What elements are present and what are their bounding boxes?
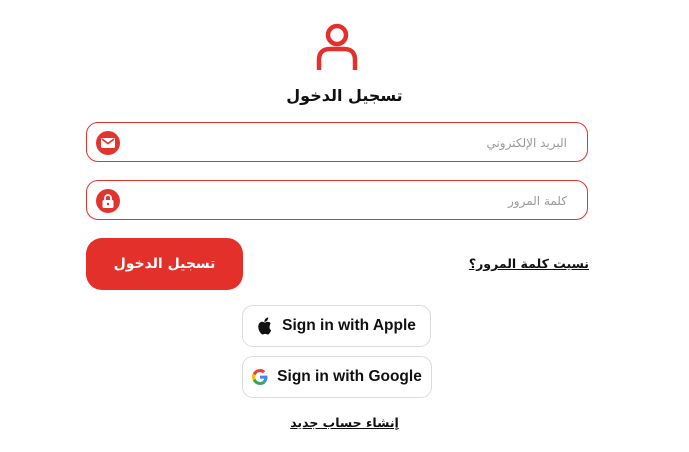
apple-icon [258,317,272,335]
email-field[interactable] [86,122,588,163]
create-account-row: إنشاء حساب جديد [0,415,689,430]
login-button[interactable]: تسجيل الدخول [86,238,243,290]
password-input[interactable] [133,181,569,221]
forgot-password-link[interactable]: نسيت كلمة المرور؟ [469,256,589,271]
google-icon [252,369,268,385]
mail-icon [96,131,120,155]
apple-signin-label: Sign in with Apple [282,317,416,334]
email-input[interactable] [133,123,569,163]
page-title: تسجيل الدخول [286,86,403,105]
lock-icon [96,189,120,213]
google-signin-button[interactable]: Sign in with Google [242,356,432,398]
password-field[interactable] [86,180,588,221]
create-account-link[interactable]: إنشاء حساب جديد [290,415,399,430]
user-icon [316,23,358,70]
apple-signin-button[interactable]: Sign in with Apple [242,305,431,347]
google-signin-label: Sign in with Google [277,368,422,385]
